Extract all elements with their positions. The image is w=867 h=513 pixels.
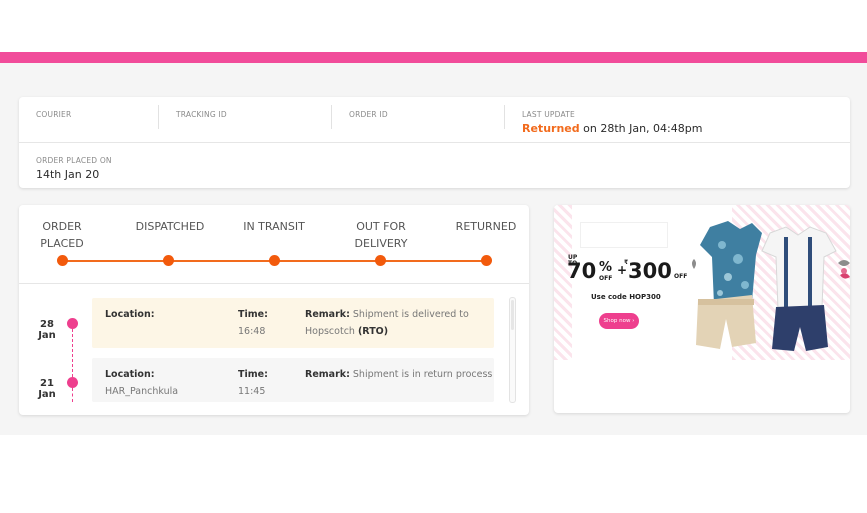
order-info-row: COURIER TRACKING ID ORDER ID LAST UPDATE… <box>19 97 850 143</box>
time-value: 11:45 <box>238 386 266 397</box>
event-day: 28 <box>40 319 54 330</box>
last-update-time: on 28th Jan, 04:48pm <box>579 122 703 135</box>
location-label: Location: <box>105 309 155 320</box>
progress-dot <box>163 255 174 266</box>
stage-label: OUT FOR <box>356 220 406 233</box>
progress-dot <box>375 255 386 266</box>
timeline-connector <box>72 388 73 402</box>
event-month: Jan <box>38 389 56 400</box>
promo-card[interactable]: UP TO 70 % OFF + ₹ 300 OFF Use code HOP3… <box>554 205 850 413</box>
last-update-value: Returned on 28th Jan, 04:48pm <box>522 122 702 135</box>
remark-line: Remark: Shipment is delivered to <box>305 309 469 320</box>
timeline-connector <box>72 329 73 377</box>
event-month: Jan <box>38 330 56 341</box>
progress-dot <box>481 255 492 266</box>
scrollbar-thumb[interactable] <box>511 300 514 330</box>
remark-text: Hopscotch <box>305 326 358 337</box>
timeline-dot <box>67 318 78 329</box>
remark-text: Shipment is delivered to <box>349 309 469 320</box>
timeline-scrollbar[interactable] <box>509 297 516 403</box>
time-value: 16:48 <box>238 326 266 337</box>
stage-label: DELIVERY <box>354 237 408 250</box>
location-label: Location: <box>105 369 155 380</box>
status-returned: Returned <box>522 122 580 135</box>
timeline-dot <box>67 377 78 388</box>
order-placed-value: 14th Jan 20 <box>36 168 100 181</box>
progress-dot <box>269 255 280 266</box>
promo-code: Use code HOP300 <box>591 293 661 301</box>
remark-line-2: Hopscotch (RTO) <box>305 326 388 337</box>
order-info-card: COURIER TRACKING ID ORDER ID LAST UPDATE… <box>19 97 850 188</box>
stage-dispatched: DISPATCHED <box>130 218 210 235</box>
shop-now-button[interactable]: Shop now › <box>599 313 639 329</box>
timeline-event: Location: HAR_Panchkula Time: 11:45 Rema… <box>92 358 494 402</box>
off-text: OFF <box>599 275 613 282</box>
event-day: 21 <box>40 378 54 389</box>
percent-sign: % <box>599 260 613 275</box>
remark-label: Remark: <box>305 369 350 380</box>
order-id-label: ORDER ID <box>349 110 388 119</box>
stage-label: IN TRANSIT <box>243 220 305 233</box>
stage-label: RETURNED <box>455 220 517 233</box>
stage-in-transit: IN TRANSIT <box>236 218 312 235</box>
stage-returned: RETURNED <box>452 218 520 235</box>
remark-label: Remark: <box>305 309 350 320</box>
divider <box>158 105 159 129</box>
divider <box>331 105 332 129</box>
courier-label: COURIER <box>36 110 72 119</box>
stage-label: DISPATCHED <box>135 220 205 233</box>
off-text: OFF <box>674 273 688 280</box>
divider <box>504 105 505 129</box>
discount-percent: 70 <box>567 259 597 283</box>
event-date: 28 Jan <box>36 319 58 341</box>
brand-logo-placeholder <box>580 222 668 248</box>
stage-label: PLACED <box>40 237 84 250</box>
discount-amount: 300 <box>628 259 672 283</box>
remark-text: Shipment is in return process <box>349 369 493 380</box>
event-date: 21 Jan <box>36 378 58 400</box>
remark-rto: (RTO) <box>357 326 389 337</box>
time-label: Time: <box>238 309 268 320</box>
time-label: Time: <box>238 369 268 380</box>
location-value: HAR_Panchkula <box>105 386 179 397</box>
timeline-event: Location: Time: 16:48 Remark: Shipment i… <box>92 298 494 348</box>
promo-banner[interactable]: UP TO 70 % OFF + ₹ 300 OFF Use code HOP3… <box>554 205 850 360</box>
brand-strip <box>0 52 867 63</box>
kids-clothes-image <box>692 221 850 351</box>
stage-out-for-delivery: OUT FOR DELIVERY <box>347 218 415 252</box>
last-update-label: LAST UPDATE <box>522 110 575 119</box>
tracking-id-label: TRACKING ID <box>176 110 227 119</box>
stage-order-placed: ORDER PLACED <box>36 218 88 252</box>
top-header <box>0 0 867 52</box>
order-placed-label: ORDER PLACED ON <box>36 156 112 165</box>
remark-line: Remark: Shipment is in return process <box>305 369 492 380</box>
divider <box>19 283 529 284</box>
progress-dot <box>57 255 68 266</box>
stage-label: ORDER <box>42 220 82 233</box>
